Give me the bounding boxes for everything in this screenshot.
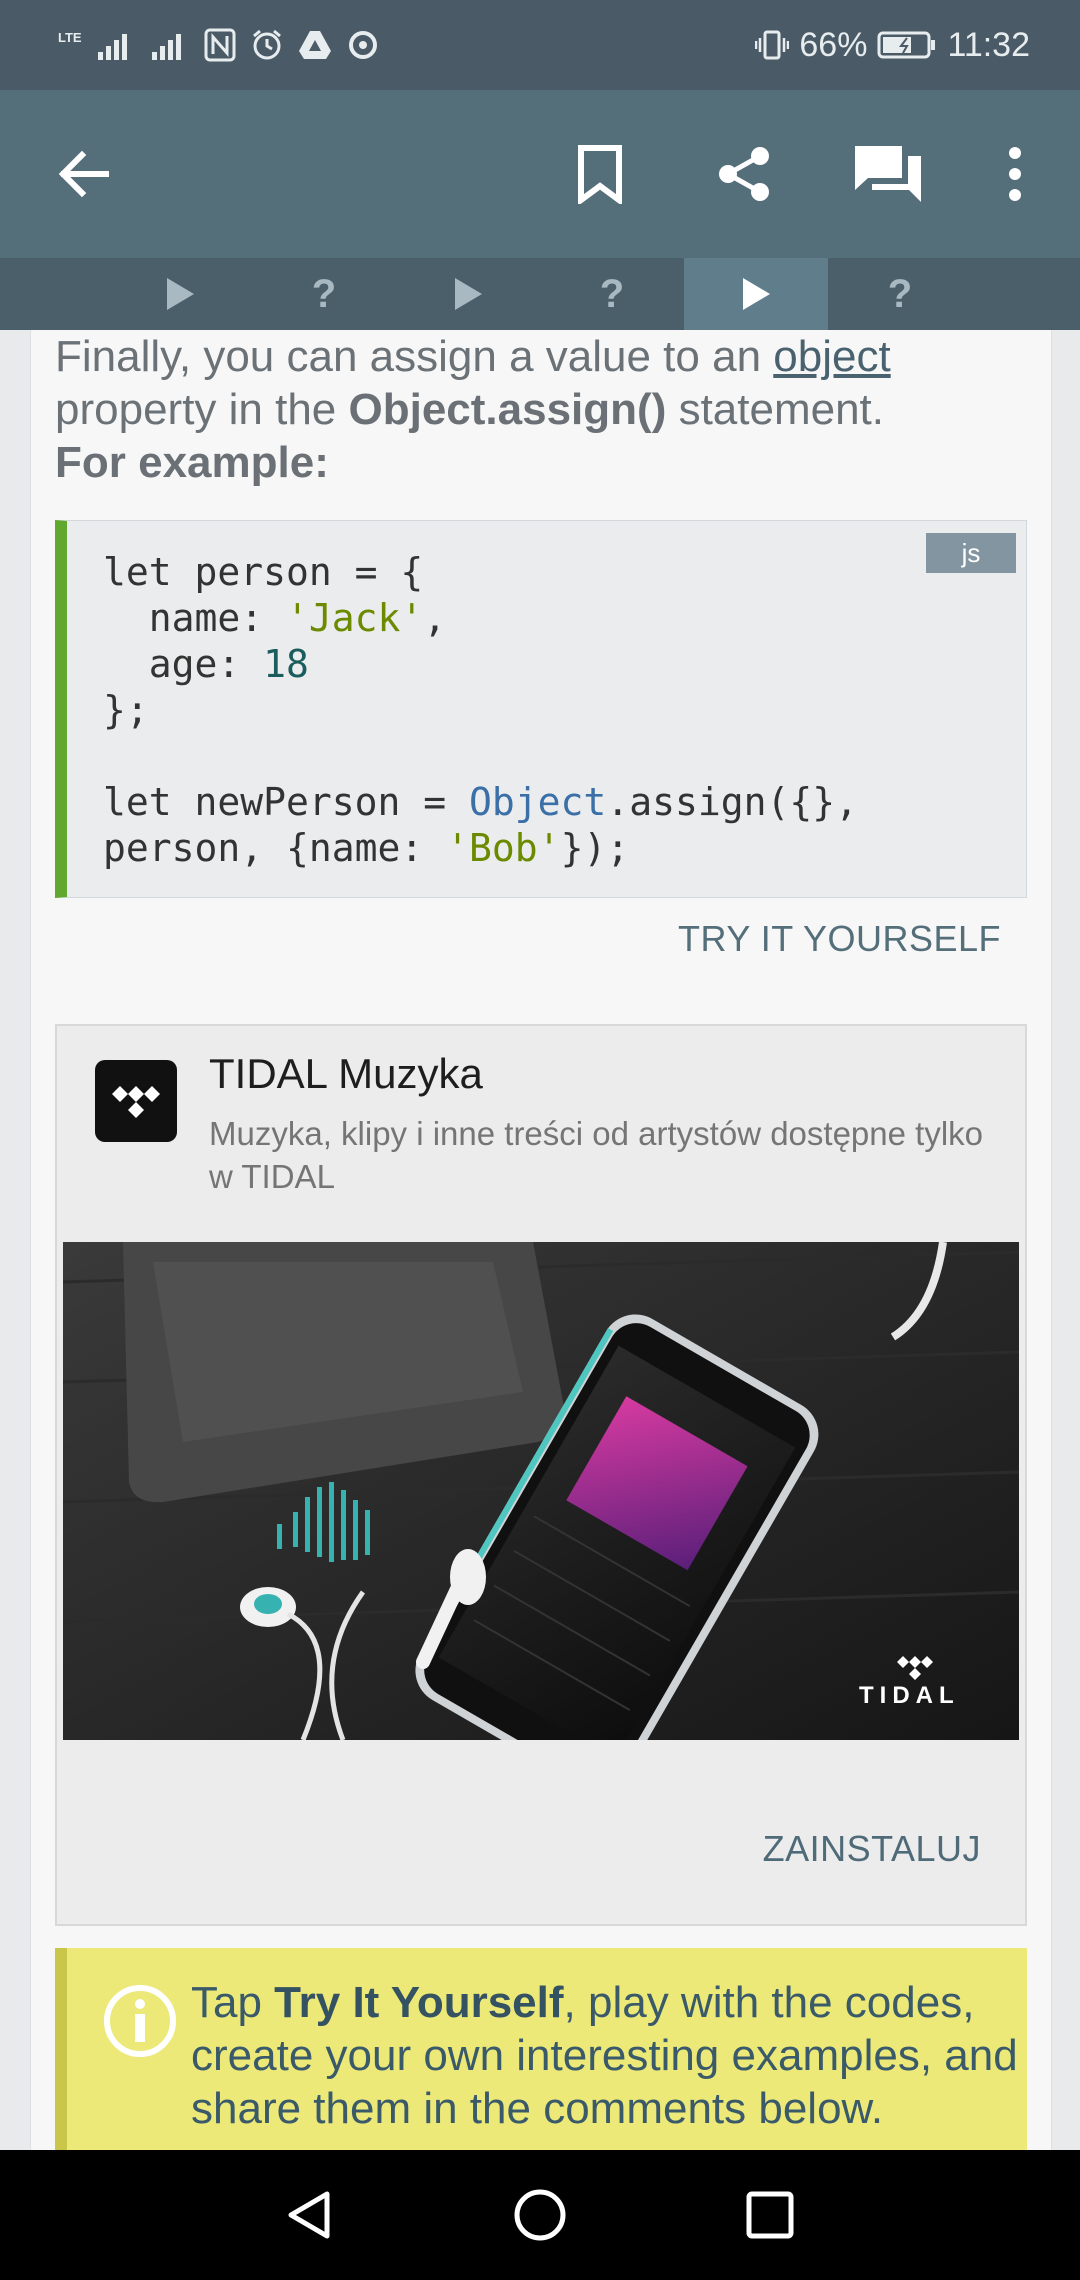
- install-button[interactable]: ZAINSTALUJ: [763, 1828, 981, 1870]
- tab-lesson-3-active[interactable]: [684, 258, 828, 330]
- more-button[interactable]: [960, 90, 1070, 258]
- lesson-content: Finally, you can assign a value to an ob…: [30, 330, 1052, 2150]
- quiz-mark: ?: [311, 271, 337, 316]
- quiz-mark: ?: [887, 271, 913, 316]
- vibrate-icon: [755, 30, 790, 60]
- example-label: For example:: [55, 438, 329, 487]
- recents-square-icon: [746, 2191, 794, 2239]
- back-triangle-icon: [288, 2191, 330, 2239]
- nav-recents-button[interactable]: [690, 2150, 850, 2280]
- share-icon: [719, 147, 769, 201]
- lte-label: LTE: [58, 29, 82, 45]
- more-vert-icon: [1009, 147, 1021, 201]
- intro-text-end: statement.: [666, 385, 885, 434]
- tip-text-bold: Try It Yourself: [274, 1978, 564, 2027]
- comments-icon: [855, 146, 921, 202]
- app-bar: [0, 90, 1080, 258]
- lesson-tabs: ? ? ?: [0, 258, 1080, 330]
- tab-lesson-2[interactable]: [396, 258, 540, 330]
- alarm-icon: [252, 29, 281, 60]
- status-left-icons: LTE: [58, 22, 380, 68]
- battery-icon: [877, 31, 936, 59]
- code-language-badge: js: [926, 533, 1016, 573]
- tidal-wordmark: TIDAL: [859, 1682, 960, 1709]
- tab-lesson-1[interactable]: [108, 258, 252, 330]
- system-nav-bar: [0, 2150, 1080, 2280]
- share-button[interactable]: [689, 90, 799, 258]
- try-it-yourself-button[interactable]: TRY IT YOURSELF: [678, 918, 1001, 960]
- nav-back-button[interactable]: [230, 2150, 390, 2280]
- drive-icon: [298, 31, 331, 59]
- inline-code: Object.assign(): [348, 385, 667, 434]
- play-icon: [167, 278, 194, 310]
- tip-text-prefix: Tap: [191, 1978, 275, 2027]
- code-block: js let person = { name: 'Jack', age: 18 …: [55, 520, 1027, 898]
- comments-button[interactable]: [833, 90, 943, 258]
- ad-title: TIDAL Muzyka: [209, 1050, 483, 1097]
- info-icon: [104, 1985, 176, 2057]
- signal-icon: [97, 34, 127, 60]
- sync-icon: [348, 31, 377, 59]
- status-right-icons: 66% 11:32: [755, 22, 1030, 68]
- tab-quiz-3[interactable]: ?: [828, 258, 972, 330]
- home-circle-icon: [514, 2189, 566, 2241]
- ad-description: Muzyka, klipy i inne treści od artystów …: [209, 1115, 984, 1195]
- quiz-mark: ?: [599, 271, 625, 316]
- nav-home-button[interactable]: [460, 2150, 620, 2280]
- ad-card[interactable]: TIDAL Muzyka Muzyka, klipy i inne treści…: [55, 1024, 1027, 1926]
- status-bar: LTE 66% 11:32: [0, 0, 1080, 90]
- bookmark-button[interactable]: [545, 90, 655, 258]
- ad-photo: [63, 1242, 1019, 1740]
- nfc-icon: [204, 28, 236, 62]
- battery-percent: 66%: [799, 25, 868, 64]
- tab-quiz-2[interactable]: ?: [540, 258, 684, 330]
- arrow-left-icon: [58, 150, 109, 198]
- intro-text: Finally, you can assign a value to an: [55, 332, 774, 381]
- play-icon: [455, 278, 482, 310]
- tab-quiz-1[interactable]: ?: [252, 258, 396, 330]
- clock: 11:32: [947, 25, 1030, 64]
- back-button[interactable]: [28, 90, 138, 258]
- tip-note: Tap Try It Yourself, play with the codes…: [55, 1948, 1027, 2150]
- code-text: let person = { name: 'Jack', age: 18 }; …: [103, 550, 858, 870]
- intro-text-middle: property in the: [55, 385, 349, 434]
- play-icon: [743, 278, 770, 310]
- tip-text: Tap Try It Yourself, play with the codes…: [191, 1976, 1031, 2135]
- lesson-paragraph: Finally, you can assign a value to an ob…: [55, 330, 1015, 489]
- ad-image[interactable]: TIDAL: [63, 1242, 1019, 1740]
- tidal-logo-icon: [95, 1060, 177, 1142]
- bookmark-icon: [578, 145, 622, 204]
- object-link[interactable]: object: [773, 332, 890, 381]
- signal-icon-2: [151, 34, 181, 60]
